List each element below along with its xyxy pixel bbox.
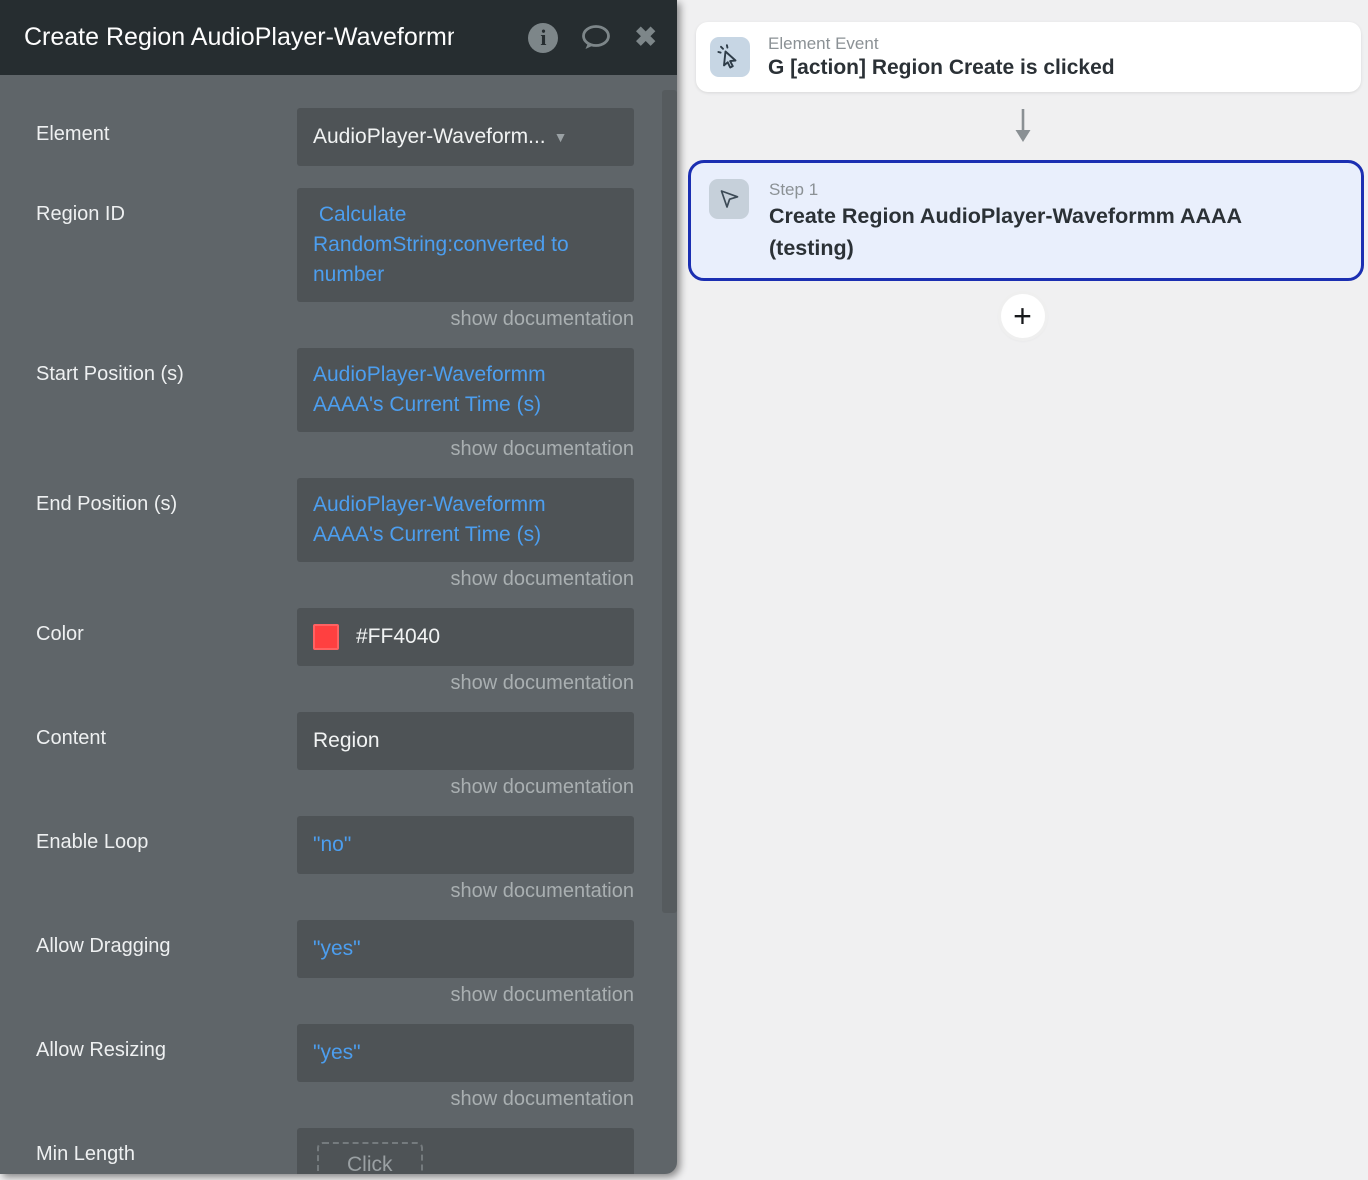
enable-loop-input[interactable]: "no" [297, 816, 634, 874]
field-row-min-length: Min Length Click [36, 1128, 677, 1174]
comment-icon[interactable] [579, 23, 613, 53]
doc-row: show documentation [36, 984, 634, 1006]
field-row-start-position: Start Position (s) AudioPlayer-Waveformm… [36, 348, 677, 432]
field-row-color: Color #FF4040 [36, 608, 677, 666]
field-row-content: Content Region [36, 712, 677, 770]
content-input[interactable]: Region [297, 712, 634, 770]
show-documentation-link[interactable]: show documentation [451, 438, 634, 460]
start-position-input[interactable]: AudioPlayer-Waveformm AAAA's Current Tim… [297, 348, 634, 432]
allow-dragging-input[interactable]: "yes" [297, 920, 634, 978]
show-documentation-link[interactable]: show documentation [451, 308, 634, 330]
field-row-end-position: End Position (s) AudioPlayer-Waveformm A… [36, 478, 677, 562]
field-row-allow-dragging: Allow Dragging "yes" [36, 920, 677, 978]
field-label: Content [36, 712, 297, 751]
field-row-region-id: Region ID Calculate RandomString:convert… [36, 188, 677, 302]
event-type-label: Element Event [768, 33, 1115, 54]
doc-row: show documentation [36, 438, 634, 460]
field-row-enable-loop: Enable Loop "no" [36, 816, 677, 874]
fields-list: Element AudioPlayer-Waveform... ▼ Region… [0, 75, 677, 1174]
action-properties-panel: Create Region AudioPlayer-Waveformm AAAA… [0, 0, 677, 1174]
doc-row: show documentation [36, 568, 634, 590]
show-documentation-link[interactable]: show documentation [451, 984, 634, 1006]
chevron-down-icon: ▼ [554, 122, 568, 152]
doc-row: show documentation [36, 776, 634, 798]
field-label: Element [36, 108, 297, 147]
field-label: Start Position (s) [36, 348, 297, 387]
show-documentation-link[interactable]: show documentation [451, 1088, 634, 1110]
field-label: End Position (s) [36, 478, 297, 517]
event-title: G [action] Region Create is clicked [768, 54, 1115, 81]
show-documentation-link[interactable]: show documentation [451, 776, 634, 798]
field-label: Region ID [36, 188, 297, 227]
show-documentation-link[interactable]: show documentation [451, 568, 634, 590]
info-icon[interactable]: i [528, 23, 558, 53]
field-label: Min Length [36, 1128, 297, 1167]
region-id-input[interactable]: Calculate RandomString:converted to numb… [297, 188, 634, 302]
field-row-allow-resizing: Allow Resizing "yes" [36, 1024, 677, 1082]
field-label: Allow Dragging [36, 920, 297, 959]
show-documentation-link[interactable]: show documentation [451, 672, 634, 694]
panel-title: Create Region AudioPlayer-Waveformm AAAA… [24, 23, 454, 52]
doc-row: show documentation [36, 1088, 634, 1110]
min-length-input[interactable]: Click [297, 1128, 634, 1174]
panel-scrollbar-thumb[interactable] [662, 90, 677, 913]
element-dropdown[interactable]: AudioPlayer-Waveform... ▼ [297, 108, 634, 166]
allow-resizing-input[interactable]: "yes" [297, 1024, 634, 1082]
field-label: Enable Loop [36, 816, 297, 855]
color-input[interactable]: #FF4040 [297, 608, 634, 666]
step-1-card-selected[interactable]: Step 1 Create Region AudioPlayer-Wavefor… [688, 160, 1364, 281]
step-title: Create Region AudioPlayer-Waveformm AAAA… [769, 200, 1289, 264]
cursor-click-icon [710, 37, 750, 77]
doc-row: show documentation [36, 880, 634, 902]
doc-row: show documentation [36, 308, 634, 330]
field-label: Color [36, 608, 297, 647]
add-step-button[interactable]: + [1001, 294, 1045, 338]
element-event-card[interactable]: Element Event G [action] Region Create i… [696, 22, 1361, 92]
color-value: #FF4040 [356, 622, 440, 652]
workflow-canvas: Element Event G [action] Region Create i… [677, 0, 1368, 1180]
min-length-click-button[interactable]: Click [317, 1142, 423, 1174]
show-documentation-link[interactable]: show documentation [451, 880, 634, 902]
element-dropdown-value: AudioPlayer-Waveform... [313, 122, 546, 152]
end-position-input[interactable]: AudioPlayer-Waveformm AAAA's Current Tim… [297, 478, 634, 562]
flow-arrow-icon [677, 92, 1368, 160]
color-swatch[interactable] [313, 624, 339, 650]
doc-row: show documentation [36, 672, 634, 694]
close-icon[interactable]: ✖ [634, 22, 657, 53]
step-number-label: Step 1 [769, 179, 1289, 200]
cursor-pointer-icon [709, 179, 749, 219]
field-row-element: Element AudioPlayer-Waveform... ▼ [36, 108, 677, 166]
field-label: Allow Resizing [36, 1024, 297, 1063]
panel-header: Create Region AudioPlayer-Waveformm AAAA… [0, 0, 677, 75]
